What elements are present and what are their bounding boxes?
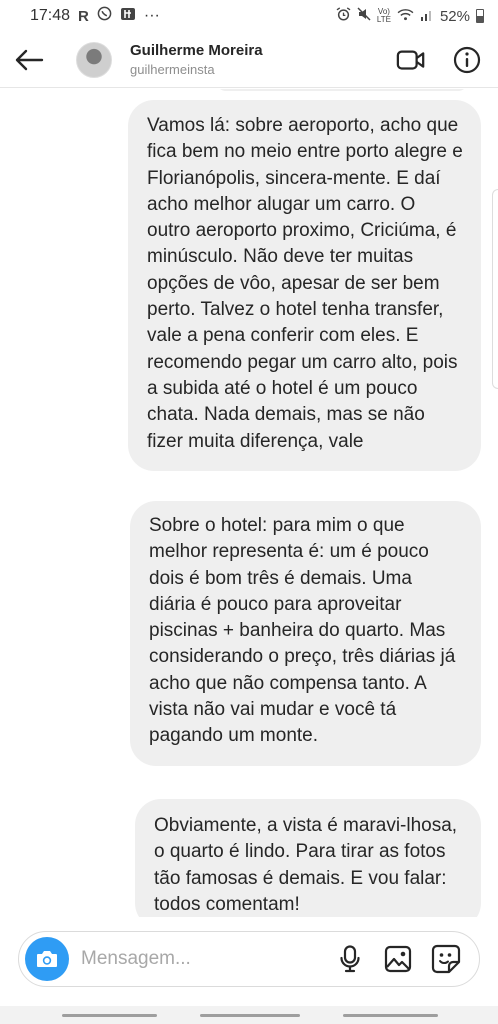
more-dots-icon: ··· — [143, 7, 160, 24]
alarm-icon — [336, 7, 351, 25]
sticker-icon — [431, 944, 461, 974]
status-right: Vo) LTE 52% — [336, 7, 484, 25]
nav-recents-button[interactable] — [62, 1014, 157, 1017]
gallery-button[interactable] — [383, 944, 413, 974]
side-scroll-handle[interactable] — [492, 189, 498, 389]
info-icon — [453, 46, 481, 73]
message-thread[interactable]: Vamos lá: sobre aeroporto, acho que fica… — [0, 89, 498, 917]
avatar[interactable] — [76, 41, 112, 78]
chat-header: Guilherme Moreira guilhermeinsta — [0, 32, 498, 88]
composer-actions — [335, 944, 479, 974]
wifi-icon — [397, 8, 414, 25]
battery-percent: 52% — [439, 7, 470, 25]
nav-back-button[interactable] — [343, 1014, 438, 1017]
back-button[interactable] — [0, 32, 58, 88]
whatsapp-icon — [97, 6, 112, 26]
video-camera-icon — [396, 49, 425, 70]
fanpage-icon — [120, 7, 136, 26]
header-actions — [396, 45, 498, 75]
user-info[interactable]: Guilherme Moreira guilhermeinsta — [130, 42, 263, 77]
microphone-icon — [340, 945, 360, 973]
message-composer — [18, 931, 480, 987]
status-time: 17:48 — [30, 7, 71, 24]
message-bubble[interactable]: Vamos lá: sobre aeroporto, acho que fica… — [128, 100, 481, 471]
back-arrow-icon — [15, 49, 44, 70]
voice-button[interactable] — [335, 944, 365, 974]
message-bubble[interactable]: Obviamente, a vista é maravi-lhosa, o qu… — [135, 799, 481, 917]
message-bubble[interactable]: Sobre o hotel: para mim o que melhor rep… — [130, 501, 481, 766]
battery-icon — [476, 9, 484, 23]
user-name: Guilherme Moreira — [130, 42, 263, 59]
image-icon — [384, 945, 412, 973]
mute-icon — [357, 7, 371, 25]
signal-icon — [420, 8, 434, 25]
volte-label: Vo) LTE — [376, 7, 391, 24]
nav-home-button[interactable] — [200, 1014, 300, 1017]
info-button[interactable] — [452, 45, 482, 75]
camera-icon — [37, 951, 57, 967]
message-input[interactable] — [81, 948, 301, 970]
user-handle: guilhermeinsta — [130, 62, 215, 77]
r-app-icon: R — [78, 7, 89, 25]
previous-message-bubble — [216, 89, 468, 91]
sticker-button[interactable] — [431, 944, 461, 974]
video-call-button[interactable] — [396, 45, 426, 75]
status-left: 17:48 R ··· — [30, 6, 160, 26]
system-nav-bar — [0, 1006, 498, 1024]
status-bar: 17:48 R ··· Vo) LTE 52% — [0, 0, 498, 32]
camera-button[interactable] — [25, 937, 69, 981]
